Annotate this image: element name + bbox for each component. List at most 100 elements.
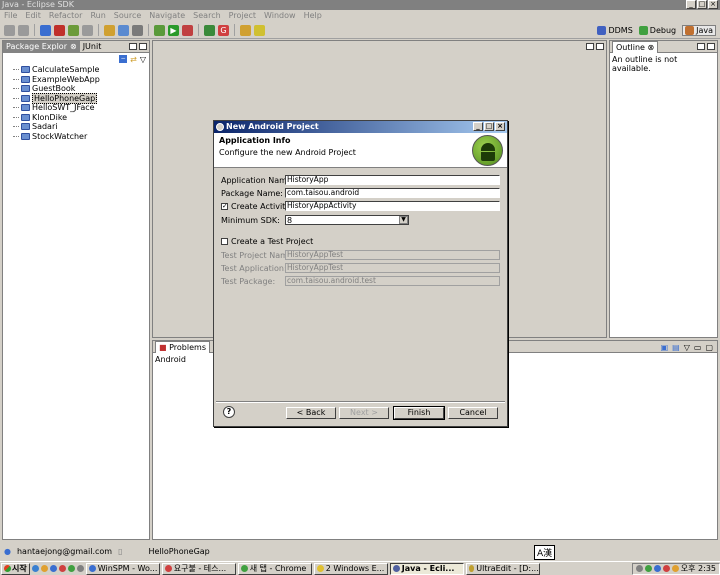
tree-item[interactable]: Sadari [13,122,149,132]
perspective-ddms[interactable]: DDMS [597,26,633,35]
project-folder-icon [21,66,30,74]
view-menu-icon[interactable]: ▽ [140,55,146,64]
quicklaunch-chrome-icon[interactable] [31,565,39,572]
tray-icon[interactable] [662,565,670,572]
new-icon[interactable] [4,24,15,36]
menu-window[interactable]: Window [264,10,296,22]
quicklaunch-app-icon[interactable] [67,565,75,572]
menu-navigate[interactable]: Navigate [149,10,185,22]
tray-icon[interactable] [635,565,643,572]
maximize-view-button[interactable] [139,43,147,50]
tree-item-selected[interactable]: HelloPhoneGap [13,92,149,104]
minimize-view-button[interactable]: ▭ [694,343,702,352]
new-project-icon[interactable] [104,24,115,36]
tab-package-explorer[interactable]: Package Explor ⊗ [3,40,80,53]
taskbar-task[interactable]: 새 탭 - Chrome [237,562,312,575]
tree-item[interactable]: ExampleWebApp [13,75,149,85]
minimize-view-button[interactable] [129,43,137,50]
android-avd-icon[interactable] [68,24,79,36]
open-folder-icon[interactable] [240,24,251,36]
display-selected-icon[interactable]: ▣ [661,343,669,352]
tray-icon[interactable] [653,565,661,572]
terminal-icon[interactable] [132,24,143,36]
chevron-down-icon[interactable]: ▼ [399,216,408,224]
activity-name-field[interactable]: HistoryAppActivity [285,201,500,211]
maximize-view-button[interactable] [596,43,604,50]
tab-problems[interactable]: ■ Problems [155,340,210,353]
application-name-field[interactable]: HistoryApp [285,175,500,185]
test-project-checkbox[interactable] [221,238,228,245]
collapse-all-icon[interactable]: − [119,55,128,63]
quicklaunch-ie-icon[interactable] [49,565,57,572]
tab-outline[interactable]: Outline ⊗ [612,40,659,53]
menu-run[interactable]: Run [90,10,105,22]
taskbar-task[interactable]: WinSPM - Wo... [85,562,160,575]
close-tab-icon[interactable]: ⊗ [70,41,77,53]
quicklaunch-explorer-icon[interactable] [40,565,48,572]
minimum-sdk-select[interactable]: 8 ▼ [285,215,409,225]
java-icon [685,26,695,35]
run-icon[interactable]: ▶ [168,24,179,36]
menu-file[interactable]: File [4,10,17,22]
pencil-icon[interactable] [254,24,265,36]
link-editor-icon[interactable]: ⇄ [130,55,137,64]
create-activity-checkbox[interactable]: ✓ [221,202,228,210]
junit-icon[interactable] [54,24,65,36]
help-icon[interactable]: ? [223,406,235,418]
start-button[interactable]: 시작 [1,562,30,575]
tree-item[interactable]: CalculateSample [13,65,149,75]
minimize-view-button[interactable] [697,43,705,50]
ime-indicator[interactable]: A漢 [534,545,556,560]
back-button[interactable]: < Back [286,407,336,419]
dialog-close-button[interactable]: × [495,122,505,131]
save-icon[interactable] [18,24,29,36]
menu-search[interactable]: Search [193,10,220,22]
tree-item[interactable]: StockWatcher [13,132,149,142]
lint-icon[interactable] [82,24,93,36]
new-class-icon[interactable] [118,24,129,36]
dialog-minimize-button[interactable]: _ [473,122,483,131]
tray-icon[interactable] [644,565,652,572]
tree-item[interactable]: KlonDike [13,113,149,123]
android-sdk-icon[interactable] [40,24,51,36]
quicklaunch-app-icon[interactable] [58,565,66,572]
package-name-field[interactable]: com.taisou.android [285,188,500,198]
clock[interactable]: 오후 2:35 [681,563,716,574]
menu-edit[interactable]: Edit [25,10,41,22]
open-type-icon[interactable] [204,24,215,36]
taskbar-task[interactable]: 2 Windows E... [313,562,388,575]
maximize-view-button[interactable] [707,43,715,50]
view-menu-icon[interactable]: ▽ [684,343,690,352]
maximize-view-button[interactable]: ▢ [705,343,713,352]
cancel-button[interactable]: Cancel [448,407,498,419]
tray-icon[interactable] [671,565,679,572]
menu-source[interactable]: Source [114,10,141,22]
debug-icon[interactable] [154,24,165,36]
taskbar-task-active[interactable]: Java - Ecli... [389,562,464,575]
perspective-debug[interactable]: Debug [638,26,676,35]
close-button[interactable]: × [708,0,718,9]
minimize-button[interactable]: _ [686,0,696,9]
finish-button[interactable]: Finish [393,406,445,420]
menu-refactor[interactable]: Refactor [49,10,83,22]
taskbar-task[interactable]: UltraEdit - [D:... [465,562,540,575]
tab-junit[interactable]: JUnit [80,41,105,53]
dialog-maximize-button[interactable]: □ [484,122,494,131]
test-project-checkbox-group[interactable]: Create a Test Project [221,237,313,246]
maximize-button[interactable]: □ [697,0,707,9]
menu-help[interactable]: Help [304,10,322,22]
close-tab-icon[interactable]: ⊗ [648,43,655,52]
tree-item[interactable]: HelloSWT_JFace [13,103,149,113]
quicklaunch-app-icon[interactable] [76,565,84,572]
next-button[interactable]: Next > [339,407,389,419]
perspective-java[interactable]: Java [682,25,716,36]
taskbar-task[interactable]: 요구불 - 테스... [161,562,236,575]
menu-project[interactable]: Project [229,10,256,22]
external-tools-icon[interactable] [182,24,193,36]
minimize-view-button[interactable] [586,43,594,50]
create-activity-checkbox-group[interactable]: ✓ Create Activity: [221,202,292,211]
google-icon[interactable]: G [218,24,229,36]
account-email[interactable]: hantaejong@gmail.com [17,547,112,556]
dialog-subheading: Configure the new Android Project [219,148,356,157]
open-console-icon[interactable]: ▤ [672,343,680,352]
